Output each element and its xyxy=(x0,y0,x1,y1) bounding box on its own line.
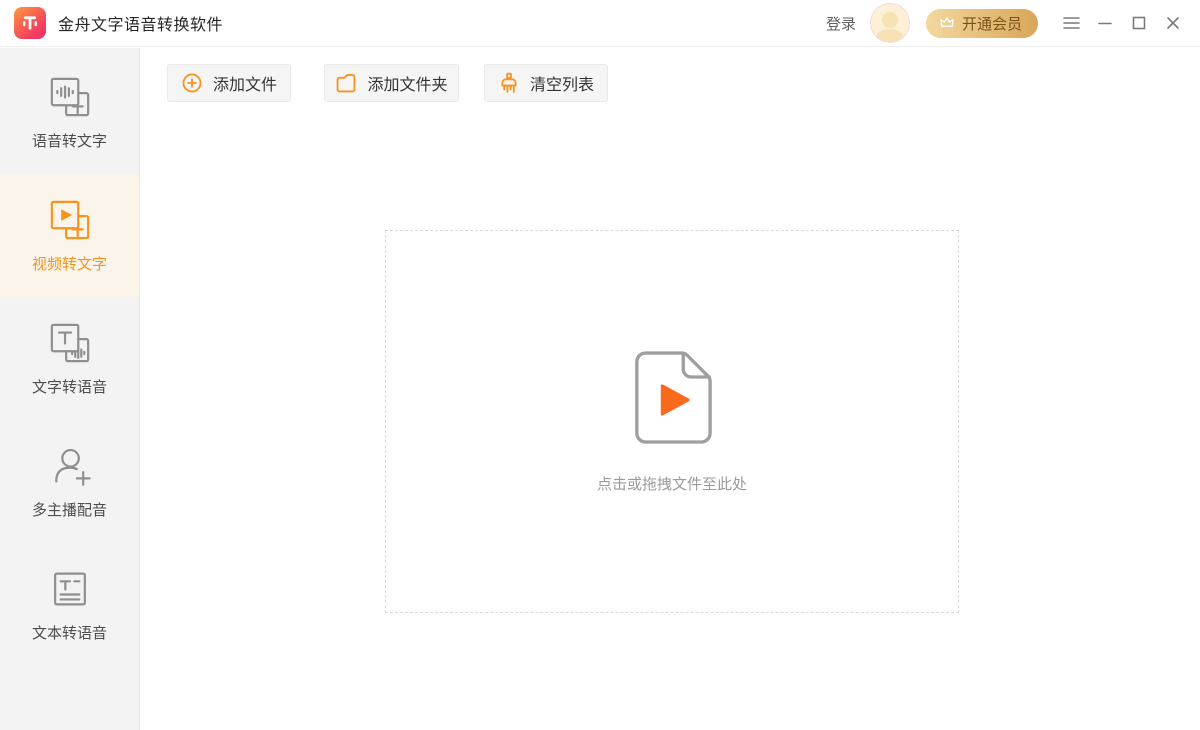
titlebar-right: 登录 开通会员 xyxy=(826,3,1186,43)
avatar-head-shape xyxy=(882,12,898,28)
sidebar-item-label: 语音转文字 xyxy=(32,130,107,151)
add-folder-button[interactable]: 添加文件夹 xyxy=(324,64,459,102)
maximize-icon[interactable] xyxy=(1126,10,1152,36)
sidebar-item-label: 多主播配音 xyxy=(32,499,107,520)
sidebar-item-speech-to-text[interactable]: 语音转文字 xyxy=(0,51,139,174)
sidebar: 语音转文字 视频转文字 文字转语音 多主播配音 文 xyxy=(0,48,140,730)
clear-list-button[interactable]: 清空列表 xyxy=(484,64,608,102)
add-file-label: 添加文件 xyxy=(213,71,277,95)
speech-to-text-icon xyxy=(48,75,92,119)
user-avatar[interactable] xyxy=(870,3,910,43)
sidebar-item-label: 视频转文字 xyxy=(32,253,107,274)
app-logo-icon xyxy=(14,7,46,39)
sidebar-item-text-file-to-speech[interactable]: 文本转语音 xyxy=(0,543,139,666)
clear-list-label: 清空列表 xyxy=(530,71,594,95)
add-file-icon xyxy=(181,72,203,94)
open-vip-button[interactable]: 开通会员 xyxy=(926,9,1038,38)
text-to-speech-icon xyxy=(48,321,92,365)
minimize-icon[interactable] xyxy=(1092,10,1118,36)
sidebar-item-label: 文字转语音 xyxy=(32,376,107,397)
multi-speaker-dubbing-icon xyxy=(48,444,92,488)
close-icon[interactable] xyxy=(1160,10,1186,36)
login-link[interactable]: 登录 xyxy=(826,13,856,34)
vip-button-label: 开通会员 xyxy=(962,13,1022,34)
file-dropzone[interactable]: 点击或拖拽文件至此处 xyxy=(385,230,959,613)
menu-icon[interactable] xyxy=(1058,10,1084,36)
window-controls xyxy=(1058,10,1186,36)
sidebar-item-multi-speaker-dubbing[interactable]: 多主播配音 xyxy=(0,420,139,543)
text-file-to-speech-icon xyxy=(48,567,92,611)
sidebar-item-text-to-speech[interactable]: 文字转语音 xyxy=(0,297,139,420)
add-folder-label: 添加文件夹 xyxy=(367,71,447,95)
dropzone-hint: 点击或拖拽文件至此处 xyxy=(597,473,747,494)
add-folder-icon xyxy=(335,72,357,94)
avatar-torso-shape xyxy=(876,29,904,43)
video-to-text-icon xyxy=(48,198,92,242)
titlebar: 金舟文字语音转换软件 登录 开通会员 xyxy=(0,0,1200,47)
sidebar-item-label: 文本转语音 xyxy=(32,622,107,643)
add-file-button[interactable]: 添加文件 xyxy=(167,64,291,102)
clear-list-icon xyxy=(498,72,520,94)
main-panel: 添加文件 添加文件夹 清空列表 点击或拖拽文件至此处 xyxy=(141,48,1200,730)
video-file-icon xyxy=(629,349,715,447)
crown-icon xyxy=(938,14,956,32)
app-title: 金舟文字语音转换软件 xyxy=(58,11,223,35)
sidebar-item-video-to-text[interactable]: 视频转文字 xyxy=(0,174,139,297)
